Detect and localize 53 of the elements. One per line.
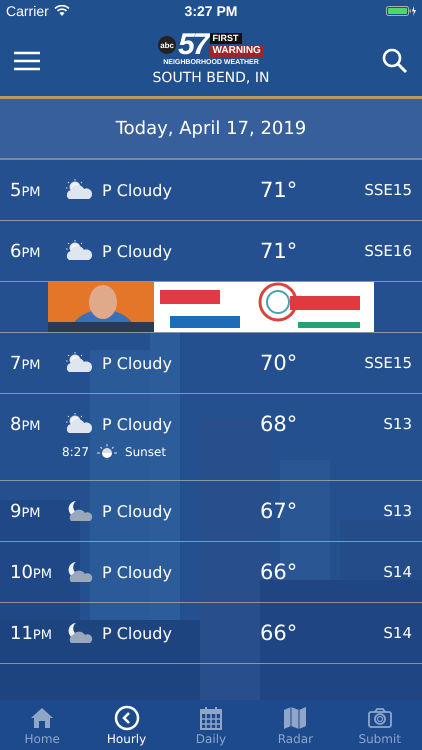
wind-label: SSE15 <box>363 181 412 199</box>
wind-label: S13 <box>382 415 412 433</box>
menu-icon <box>14 51 40 71</box>
wifi-icon <box>54 5 70 17</box>
temperature-label: 67° <box>260 499 298 523</box>
sunset-label: Sunset <box>124 445 166 459</box>
date-label: Today, April 17, 2019 <box>116 118 306 139</box>
battery-charging-icon <box>386 5 416 17</box>
hour-label: 10PM <box>10 562 53 582</box>
wind-label: S14 <box>382 624 412 642</box>
hour-label: 6PM <box>10 240 42 262</box>
condition-label: P Cloudy <box>102 502 173 520</box>
wind-label: SSE16 <box>363 242 412 260</box>
carrier-label: Carrier <box>6 3 49 19</box>
temperature-label: 68° <box>260 412 298 436</box>
tab-item[interactable]: Daily <box>176 702 246 748</box>
logo-channel: 57 <box>178 32 208 58</box>
hour-label: 5PM <box>10 180 42 200</box>
location-label: SOUTH BEND, IN <box>152 70 270 88</box>
condition-label: P Cloudy <box>102 242 173 260</box>
map-icon <box>282 704 308 730</box>
menu-button[interactable] <box>14 51 40 71</box>
tab-item[interactable]: Submit <box>344 702 415 748</box>
logo-first: FIRST <box>210 33 242 44</box>
tab-item[interactable]: Home <box>7 702 78 748</box>
search-icon <box>382 48 408 74</box>
hour-label: 9PM <box>10 500 42 522</box>
sunset-icon <box>96 444 117 460</box>
temperature-label: 71° <box>260 178 298 202</box>
wind-label: S13 <box>382 502 412 520</box>
wind-label: SSE15 <box>363 354 412 372</box>
temperature-label: 66° <box>260 621 298 645</box>
hour-label: 8PM <box>10 414 42 434</box>
condition-label: P Cloudy <box>102 562 173 582</box>
hour-label: 11PM <box>10 622 53 644</box>
logo-warning: WARNING <box>210 45 264 57</box>
temperature-label: 71° <box>260 239 298 263</box>
tab-item[interactable]: Hourly <box>92 702 162 748</box>
temperature-label: 70° <box>260 351 298 375</box>
wind-label: S14 <box>382 563 412 581</box>
sunset-time: 8:27 <box>62 445 89 459</box>
condition-label: P Cloudy <box>102 180 173 200</box>
calendar-icon <box>198 704 224 730</box>
condition-label: P Cloudy <box>102 354 173 372</box>
condition-label: P Cloudy <box>102 624 173 642</box>
search-button[interactable] <box>382 48 408 74</box>
temperature-label: 66° <box>260 560 298 584</box>
tab-item[interactable]: Radar <box>260 702 330 748</box>
clock-time: 3:27 PM <box>184 3 238 19</box>
condition-label: P Cloudy <box>102 414 173 434</box>
logo-network: abc <box>158 36 176 54</box>
clock-back-icon <box>114 704 140 730</box>
hour-label: 7PM <box>10 352 42 374</box>
